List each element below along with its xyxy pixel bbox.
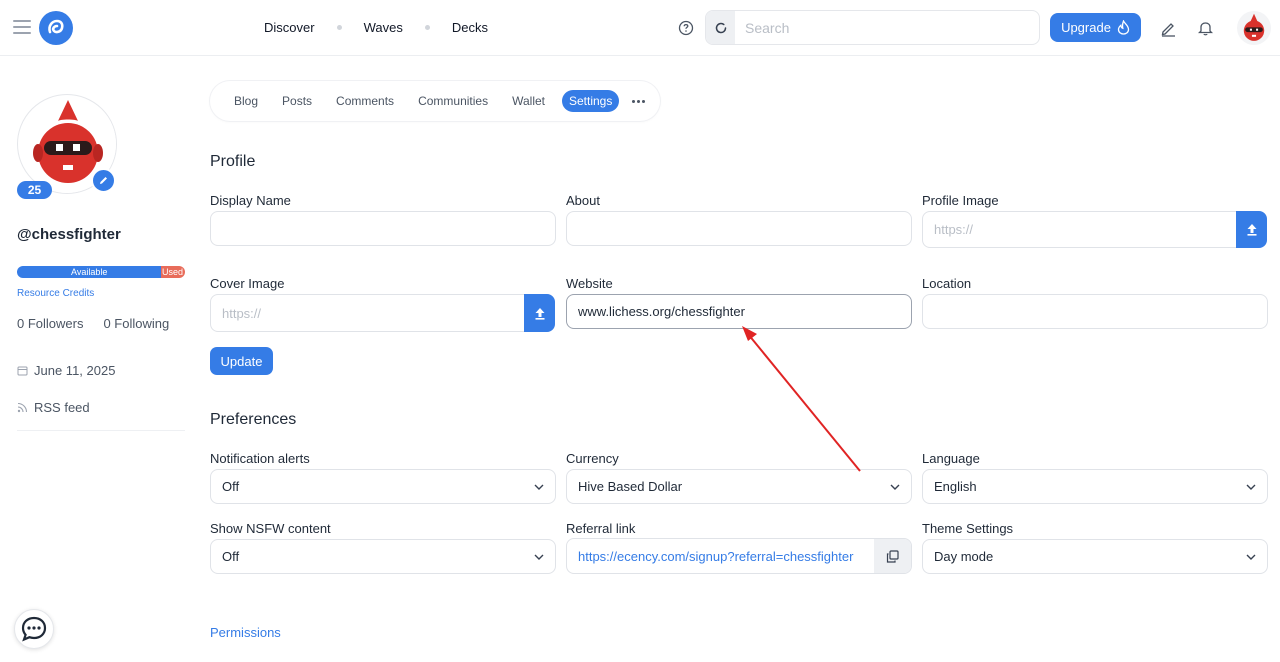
upload-icon (1247, 224, 1256, 236)
joined-date-text: June 11, 2025 (34, 363, 116, 378)
rss-feed-label: RSS feed (34, 400, 90, 415)
ecency-logo[interactable] (39, 11, 73, 45)
pencil-icon (100, 177, 107, 184)
username: @chessfighter (17, 226, 121, 243)
help-icon[interactable] (678, 20, 694, 36)
rss-icon (17, 402, 28, 413)
nsfw-value: Off (222, 549, 240, 564)
chat-button[interactable] (14, 609, 54, 649)
preferences-section-title: Preferences (210, 411, 297, 428)
currency-value: Hive Based Dollar (578, 479, 683, 494)
notification-alerts-value: Off (222, 479, 240, 494)
profile-tabs: Blog Posts Comments Communities Wallet S… (210, 81, 661, 121)
rc-used-segment: Used (161, 266, 185, 278)
tab-blog[interactable]: Blog (227, 90, 265, 112)
flame-icon (1117, 20, 1130, 35)
location-label: Location (922, 276, 972, 291)
profile-image-input[interactable] (922, 211, 1238, 248)
theme-settings-select[interactable]: Day mode (922, 539, 1268, 574)
tab-wallet[interactable]: Wallet (505, 90, 552, 112)
chevron-down-icon (1246, 554, 1256, 560)
chat-bubble-icon (21, 616, 47, 642)
search-input[interactable] (735, 11, 1039, 44)
follow-stats: 0 Followers 0 Following (17, 316, 169, 331)
profile-image-upload-button[interactable] (1236, 211, 1267, 248)
search-refresh-icon[interactable] (706, 11, 735, 44)
compose-icon[interactable] (1160, 20, 1177, 37)
theme-settings-label: Theme Settings (922, 521, 1014, 536)
sidebar-divider (17, 430, 185, 431)
user-avatar-menu[interactable] (1237, 11, 1271, 45)
edit-avatar-button[interactable] (91, 168, 116, 193)
cover-image-input[interactable] (210, 294, 526, 332)
following-count[interactable]: 0 Following (103, 316, 169, 331)
chevron-down-icon (534, 484, 544, 490)
permissions-link[interactable]: Permissions (210, 625, 281, 640)
search-box (705, 10, 1040, 45)
top-navbar: Discover Waves Decks Upgrade (0, 0, 1280, 56)
upload-icon (535, 307, 544, 320)
reputation-badge: 25 (17, 181, 52, 199)
nav-separator (424, 25, 430, 30)
menu-icon[interactable] (13, 20, 31, 34)
tab-posts[interactable]: Posts (275, 90, 319, 112)
cover-image-label: Cover Image (210, 276, 285, 291)
chevron-down-icon (890, 484, 900, 490)
language-label: Language (922, 451, 980, 466)
chevron-down-icon (1246, 484, 1256, 490)
notification-bell-icon[interactable] (1198, 20, 1213, 36)
resource-credits-bar[interactable]: Available Used (17, 266, 185, 278)
copy-icon (886, 549, 899, 563)
referral-link-value[interactable]: https://ecency.com/signup?referral=chess… (578, 549, 868, 564)
theme-settings-value: Day mode (934, 549, 994, 564)
about-input[interactable] (566, 211, 912, 246)
referral-link-label: Referral link (566, 521, 636, 536)
tab-comments[interactable]: Comments (329, 90, 401, 112)
update-button[interactable]: Update (210, 347, 273, 375)
main-nav: Discover Waves Decks (264, 20, 488, 35)
website-label: Website (566, 276, 613, 291)
tab-settings[interactable]: Settings (562, 90, 620, 112)
nav-discover[interactable]: Discover (264, 20, 315, 35)
joined-date: June 11, 2025 (17, 363, 115, 378)
upgrade-button[interactable]: Upgrade (1050, 13, 1141, 42)
language-select[interactable]: English (922, 469, 1268, 504)
currency-label: Currency (566, 451, 619, 466)
nav-waves[interactable]: Waves (364, 20, 403, 35)
nav-decks[interactable]: Decks (452, 20, 488, 35)
tab-communities[interactable]: Communities (411, 90, 495, 112)
calendar-icon (17, 366, 28, 376)
currency-select[interactable]: Hive Based Dollar (566, 469, 912, 504)
nsfw-label: Show NSFW content (210, 521, 331, 536)
nsfw-select[interactable]: Off (210, 539, 556, 574)
cover-image-upload-button[interactable] (524, 294, 555, 332)
notification-alerts-select[interactable]: Off (210, 469, 556, 504)
more-tabs-icon[interactable] (628, 99, 648, 103)
referral-link-box: https://ecency.com/signup?referral=chess… (566, 538, 912, 574)
display-name-label: Display Name (210, 193, 291, 208)
followers-count[interactable]: 0 Followers (17, 316, 83, 331)
rc-available-segment: Available (17, 266, 162, 278)
resource-credits-link[interactable]: Resource Credits (17, 288, 94, 299)
nav-separator (336, 25, 342, 30)
rss-feed-link[interactable]: RSS feed (17, 400, 90, 415)
about-label: About (566, 193, 600, 208)
website-input[interactable] (566, 294, 912, 329)
display-name-input[interactable] (210, 211, 556, 246)
copy-referral-button[interactable] (874, 539, 911, 573)
location-input[interactable] (922, 294, 1268, 329)
notification-alerts-label: Notification alerts (210, 451, 310, 466)
language-value: English (934, 479, 977, 494)
chevron-down-icon (534, 554, 544, 560)
upgrade-label: Upgrade (1061, 20, 1111, 35)
profile-image-label: Profile Image (922, 193, 999, 208)
profile-section-title: Profile (210, 153, 256, 170)
